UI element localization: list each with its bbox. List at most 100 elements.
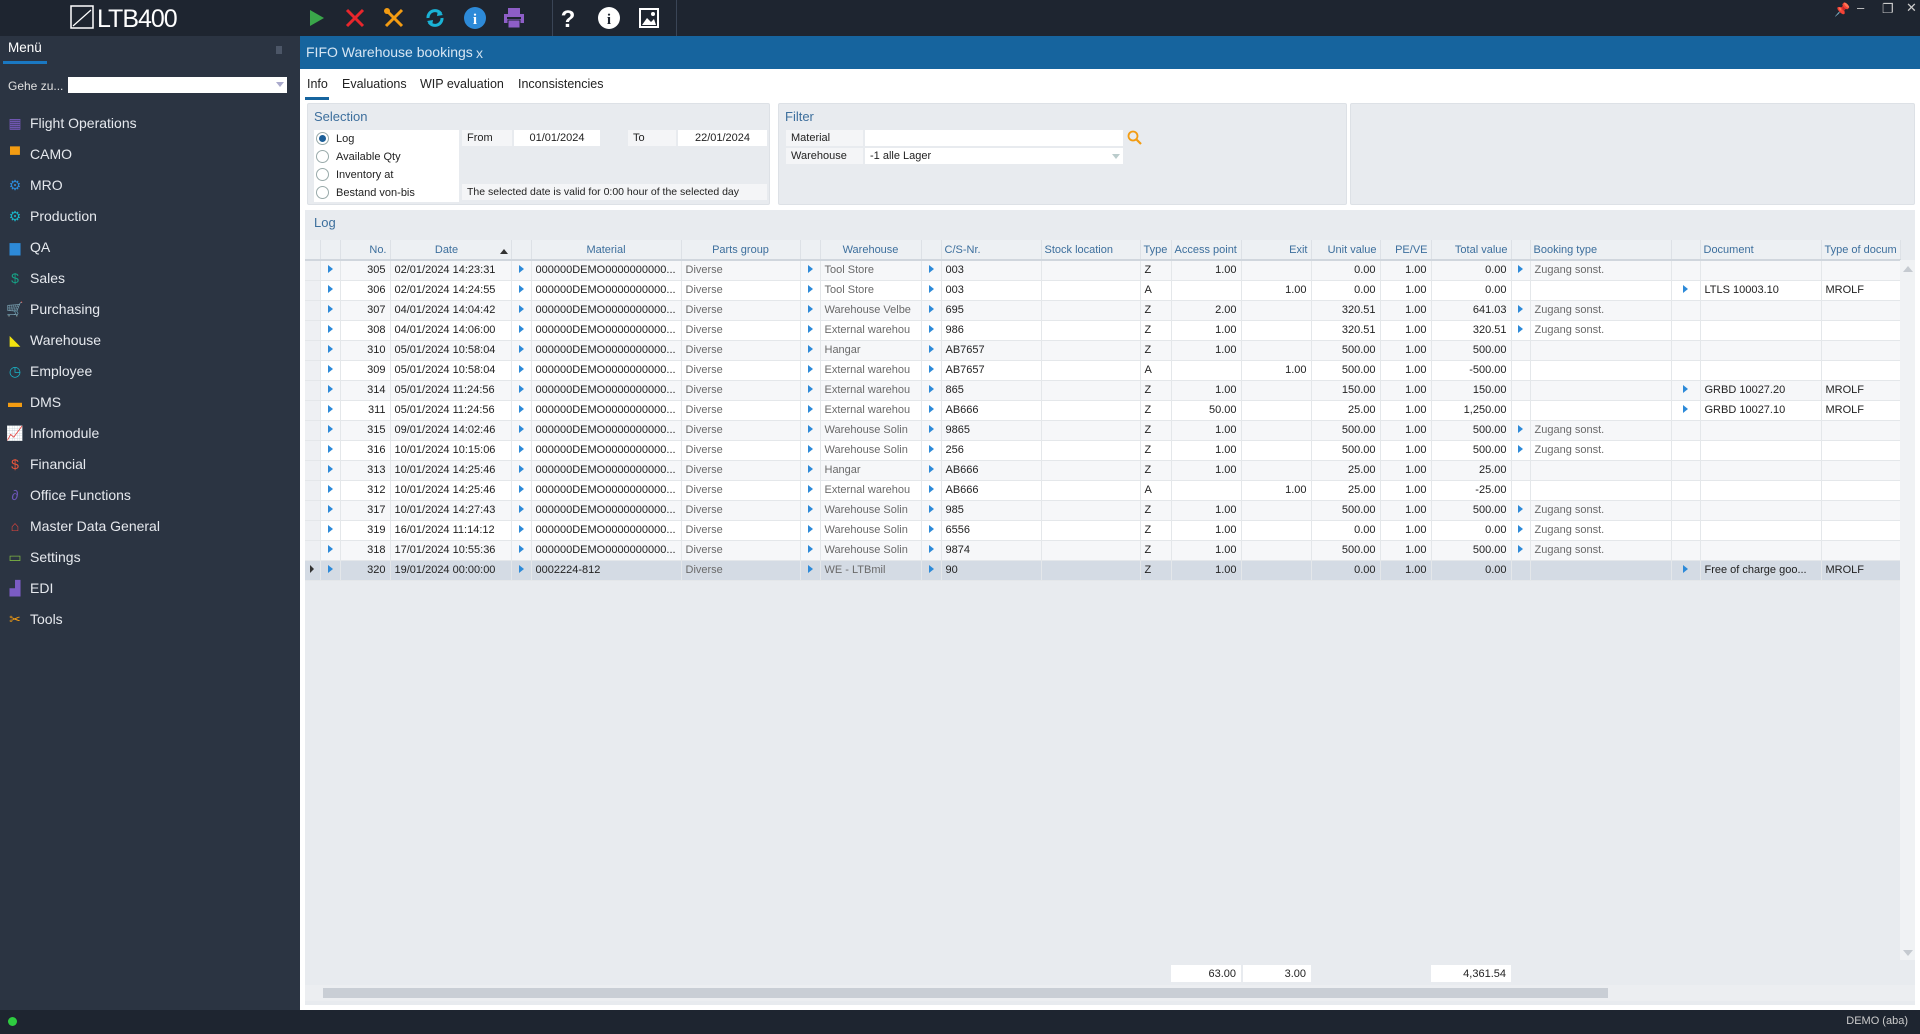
drilldown-arrow-icon[interactable]	[327, 285, 333, 293]
drilldown-arrow-icon[interactable]	[327, 265, 333, 274]
column-header-document[interactable]: Document	[1700, 240, 1822, 261]
drilldown-arrow-icon[interactable]	[1518, 325, 1523, 333]
drilldown-arrow-icon[interactable]	[518, 505, 524, 513]
drilldown-arrow-icon[interactable]	[928, 345, 934, 353]
table-row[interactable]: 312 10/01/2024 14:25:46 000000DEMO00000000…	[305, 480, 1901, 501]
drilldown-arrow-icon[interactable]	[518, 265, 524, 274]
column-header-material[interactable]: Material	[531, 240, 682, 261]
drilldown-arrow-icon[interactable]	[928, 545, 934, 553]
drilldown-arrow-icon[interactable]	[327, 545, 333, 553]
row-arrow[interactable]	[320, 380, 341, 401]
material-arrow[interactable]	[511, 480, 532, 501]
subtab-wip-evaluation[interactable]: WIP evaluation	[420, 77, 504, 91]
table-row[interactable]: 306 02/01/2024 14:24:55 000000DEMO00000000…	[305, 280, 1901, 301]
sidebar-item-master-data-general[interactable]: ⌂ Master Data General	[6, 513, 296, 539]
drilldown-arrow-icon[interactable]	[518, 525, 524, 533]
drilldown-arrow-icon[interactable]	[928, 265, 934, 274]
cs-arrow[interactable]	[921, 320, 942, 341]
column-header-access-point[interactable]: Access point	[1171, 240, 1242, 261]
warehouse-arrow[interactable]	[800, 340, 821, 361]
table-row[interactable]: 319 16/01/2024 11:14:12 000000DEMO00000000…	[305, 520, 1901, 541]
drilldown-arrow-icon[interactable]	[1683, 285, 1688, 293]
drilldown-arrow-icon[interactable]	[807, 505, 813, 513]
booking-arrow[interactable]	[1511, 540, 1531, 561]
drilldown-arrow-icon[interactable]	[807, 525, 813, 533]
drilldown-arrow-icon[interactable]	[518, 545, 524, 553]
row-arrow[interactable]	[320, 540, 341, 561]
warehouse-arrow[interactable]	[800, 520, 821, 541]
warehouse-arrow[interactable]	[800, 360, 821, 381]
search-icon[interactable]	[1127, 130, 1143, 146]
scroll-up-icon[interactable]	[1903, 266, 1913, 272]
material-arrow[interactable]	[511, 440, 532, 461]
sidebar-item-qa[interactable]: ▆ QA	[6, 234, 296, 260]
booking-arrow[interactable]	[1511, 320, 1531, 341]
play-icon[interactable]	[302, 4, 330, 32]
sidebar-item-edi[interactable]: ▟ EDI	[6, 575, 296, 601]
table-row[interactable]: 316 10/01/2024 10:15:06 000000DEMO00000000…	[305, 440, 1901, 461]
warehouse-arrow[interactable]	[800, 280, 821, 301]
subtab-inconsistencies[interactable]: Inconsistencies	[518, 77, 603, 91]
booking-arrow[interactable]	[1511, 520, 1531, 541]
drilldown-arrow-icon[interactable]	[518, 485, 524, 493]
sidebar-item-purchasing[interactable]: 🛒 Purchasing	[6, 296, 296, 322]
drilldown-arrow-icon[interactable]	[807, 485, 813, 493]
cs-arrow[interactable]	[921, 520, 942, 541]
row-arrow[interactable]	[320, 300, 341, 321]
drilldown-arrow-icon[interactable]	[327, 305, 333, 313]
cs-arrow[interactable]	[921, 380, 942, 401]
row-arrow[interactable]	[320, 500, 341, 521]
drilldown-arrow-icon[interactable]	[1518, 305, 1523, 313]
chevron-down-icon[interactable]	[276, 82, 284, 87]
drilldown-arrow-icon[interactable]	[518, 465, 524, 473]
drilldown-arrow-icon[interactable]	[327, 465, 333, 473]
horizontal-scroll-thumb[interactable]	[323, 988, 1608, 998]
drilldown-arrow-icon[interactable]	[928, 365, 934, 373]
drilldown-arrow-icon[interactable]	[518, 385, 524, 393]
drilldown-arrow-icon[interactable]	[807, 425, 813, 433]
cs-arrow[interactable]	[921, 540, 942, 561]
vertical-scrollbar[interactable]	[1900, 260, 1915, 960]
drilldown-arrow-icon[interactable]	[1518, 265, 1523, 274]
drilldown-arrow-icon[interactable]	[1518, 505, 1523, 513]
row-arrow[interactable]	[320, 260, 341, 281]
cs-arrow[interactable]	[921, 300, 942, 321]
chevron-down-icon[interactable]	[1112, 154, 1120, 159]
column-header-total-value[interactable]: Total value	[1431, 240, 1512, 261]
sidebar-item-flight-operations[interactable]: ▦ Flight Operations	[6, 110, 296, 136]
warehouse-arrow[interactable]	[800, 300, 821, 321]
subtab-evaluations[interactable]: Evaluations	[342, 77, 407, 91]
table-row[interactable]: 320 19/01/2024 00:00:00 0002224-812 Diverse…	[305, 560, 1901, 581]
table-row[interactable]: 314 05/01/2024 11:24:56 000000DEMO00000000…	[305, 380, 1901, 401]
material-arrow[interactable]	[511, 520, 532, 541]
sidebar-item-office-functions[interactable]: ∂ Office Functions	[6, 482, 296, 508]
warehouse-arrow[interactable]	[800, 500, 821, 521]
table-row[interactable]: 315 09/01/2024 14:02:46 000000DEMO00000000…	[305, 420, 1901, 441]
drilldown-arrow-icon[interactable]	[928, 465, 934, 473]
column-header-unit-value[interactable]: Unit value	[1311, 240, 1381, 261]
drilldown-arrow-icon[interactable]	[327, 365, 333, 373]
sort-ascending-icon[interactable]	[499, 248, 508, 254]
sidebar-item-employee[interactable]: ◷ Employee	[6, 358, 296, 384]
warehouse-select[interactable]: -1 alle Lager	[865, 148, 1123, 164]
help-icon[interactable]: ?	[554, 4, 582, 32]
cs-arrow[interactable]	[921, 560, 942, 581]
document-arrow[interactable]	[1671, 380, 1701, 401]
minimize-icon[interactable]: –	[1857, 0, 1864, 15]
row-arrow[interactable]	[320, 280, 341, 301]
drilldown-arrow-icon[interactable]	[1518, 425, 1523, 433]
cs-arrow[interactable]	[921, 480, 942, 501]
booking-arrow[interactable]	[1511, 300, 1531, 321]
goto-input[interactable]	[68, 77, 287, 93]
warehouse-arrow[interactable]	[800, 540, 821, 561]
warehouse-arrow[interactable]	[800, 380, 821, 401]
image-icon[interactable]	[635, 4, 663, 32]
material-arrow[interactable]	[511, 460, 532, 481]
pin-icon[interactable]: 📌	[1834, 2, 1850, 18]
drilldown-arrow-icon[interactable]	[518, 285, 524, 293]
drilldown-arrow-icon[interactable]	[327, 405, 333, 413]
table-row[interactable]: 313 10/01/2024 14:25:46 000000DEMO00000000…	[305, 460, 1901, 481]
material-arrow[interactable]	[511, 360, 532, 381]
table-row[interactable]: 311 05/01/2024 11:24:56 000000DEMO00000000…	[305, 400, 1901, 421]
material-arrow[interactable]	[511, 420, 532, 441]
